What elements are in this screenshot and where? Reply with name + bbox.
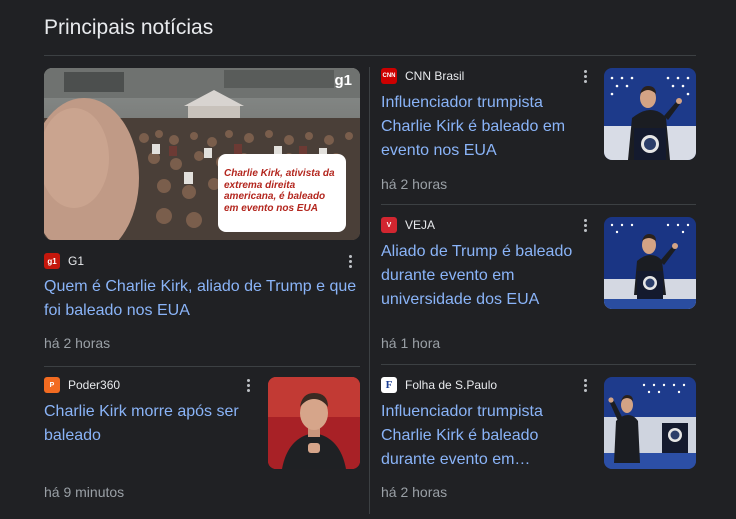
news-card[interactable]: F Folha de S.Paulo Influenciador trumpis… bbox=[381, 377, 696, 507]
headline[interactable]: Influenciador trumpista Charlie Kirk é b… bbox=[381, 400, 591, 472]
column-divider bbox=[369, 67, 370, 514]
news-card[interactable]: V VEJA Aliado de Trump é baleado durante… bbox=[381, 217, 696, 357]
crowd-photo bbox=[44, 68, 360, 240]
source-name: Poder360 bbox=[68, 378, 121, 392]
podium-speaker-photo bbox=[604, 68, 696, 160]
news-card[interactable]: CNN CNN Brasil Influenciador trumpista C… bbox=[381, 68, 696, 198]
source-name: CNN Brasil bbox=[405, 69, 465, 83]
cnn-logo-icon: CNN bbox=[381, 68, 397, 84]
g1-watermark: g1 bbox=[334, 72, 352, 89]
portrait-photo bbox=[268, 377, 360, 469]
divider bbox=[44, 366, 360, 367]
divider bbox=[44, 55, 696, 56]
source-name: VEJA bbox=[405, 218, 436, 232]
thumbnail[interactable] bbox=[268, 377, 360, 469]
source-name: G1 bbox=[68, 254, 85, 268]
section-title: Principais notícias bbox=[44, 16, 214, 39]
source-name: Folha de S.Paulo bbox=[405, 378, 498, 392]
more-options-icon[interactable] bbox=[579, 68, 591, 84]
headline[interactable]: Aliado de Trump é baleado durante evento… bbox=[381, 240, 591, 312]
timestamp: há 2 horas bbox=[381, 484, 448, 500]
thumbnail[interactable] bbox=[604, 217, 696, 309]
thumbnail[interactable] bbox=[604, 377, 696, 469]
thumbnail[interactable] bbox=[604, 68, 696, 160]
more-options-icon[interactable] bbox=[344, 253, 356, 269]
timestamp: há 1 hora bbox=[381, 335, 441, 351]
divider bbox=[381, 364, 696, 365]
timestamp: há 2 horas bbox=[381, 176, 448, 192]
hero-overlay-caption: Charlie Kirk, ativista da extrema direit… bbox=[224, 168, 335, 214]
more-options-icon[interactable] bbox=[579, 377, 591, 393]
veja-logo-icon: V bbox=[381, 217, 397, 233]
folha-logo-icon: F bbox=[381, 377, 397, 393]
timestamp: há 2 horas bbox=[44, 335, 111, 351]
podium-speaker-photo bbox=[604, 377, 696, 469]
divider bbox=[381, 204, 696, 205]
headline[interactable]: Charlie Kirk morre após ser baleado bbox=[44, 400, 254, 448]
podium-speaker-photo bbox=[604, 217, 696, 309]
g1-logo-icon: g1 bbox=[44, 253, 60, 269]
headline[interactable]: Influenciador trumpista Charlie Kirk é b… bbox=[381, 91, 591, 163]
poder360-logo-icon: P bbox=[44, 377, 60, 393]
headline[interactable]: Quem é Charlie Kirk, aliado de Trump e q… bbox=[44, 275, 360, 323]
timestamp: há 9 minutos bbox=[44, 484, 125, 500]
more-options-icon[interactable] bbox=[242, 377, 254, 393]
hero-image[interactable]: Charlie Kirk, ativista da extrema direit… bbox=[44, 68, 360, 240]
more-options-icon[interactable] bbox=[579, 217, 591, 233]
news-card[interactable]: P Poder360 Charlie Kirk morre após ser b… bbox=[44, 377, 360, 507]
news-card-hero[interactable]: Charlie Kirk, ativista da extrema direit… bbox=[44, 68, 360, 360]
